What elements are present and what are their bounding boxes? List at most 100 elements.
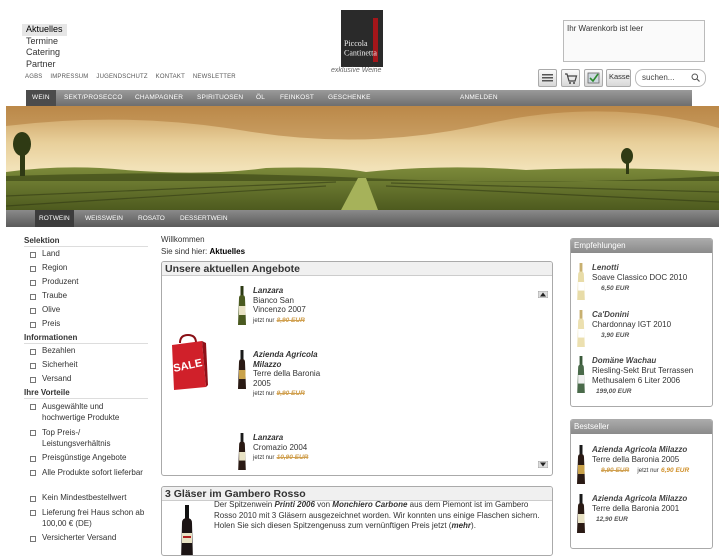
main-nav: WEIN SEKT/PROSECCO CHAMPAGNER SPIRITUOSE… [26, 90, 692, 106]
logo-line1: Piccola [344, 38, 368, 48]
vineyard-banner [6, 106, 719, 210]
sidebar-item-bezahlen[interactable]: Bezahlen [24, 344, 148, 358]
scroll-up-icon[interactable] [537, 285, 549, 303]
sub-nav-rotwein[interactable]: ROTWEIN [35, 210, 74, 227]
breadcrumb: Sie sind hier: Aktuelles [161, 247, 245, 256]
benefit-item: Top Preis-/ Leistungsverhältnis [24, 425, 148, 451]
slogan: exklusive Weine [331, 67, 382, 74]
cart-status: Ihr Warenkorb ist leer [567, 24, 644, 33]
gambero-text-a: Der Spitzenwein [214, 500, 275, 509]
cart-status-box: Ihr Warenkorb ist leer [563, 20, 705, 62]
recommendation-price: 199,00 EUR [596, 388, 632, 395]
bottle-icon [181, 505, 193, 555]
bestseller-now-label: jetzt nur [637, 468, 659, 474]
top-nav-termine[interactable]: Termine [22, 36, 67, 48]
gambero-producer[interactable]: Monchiero Carbone [332, 500, 407, 509]
sidebar-item-preis[interactable]: Preis [24, 317, 148, 331]
top-nav-aktuelles[interactable]: Aktuelles [22, 24, 67, 36]
main-nav-spirituosen[interactable]: SPIRITUOSEN [197, 90, 243, 106]
main-nav-wein[interactable]: WEIN [26, 90, 56, 106]
benefit-item: Ausgewählte und hochwertige Produkte [24, 399, 148, 425]
cart-icon[interactable] [561, 69, 580, 87]
recommendation-price: 3,90 EUR [601, 332, 630, 339]
link-impressum[interactable]: IMPRESSUM [50, 74, 88, 80]
gambero-text-b: von [314, 500, 333, 509]
offer-item[interactable]: Azienda Agricola Milazzo Terre della Bar… [236, 350, 320, 430]
search-placeholder: suchen... [642, 73, 675, 82]
main-nav-geschenke[interactable]: GESCHENKE [328, 90, 371, 106]
recommendation-producer: Ca'Donini [592, 310, 630, 319]
sidebar-item-sicherheit[interactable]: Sicherheit [24, 358, 148, 372]
recommendations-title: Empfehlungen [571, 239, 712, 253]
main-nav-sekt[interactable]: SEKT/PROSECCO [64, 90, 123, 106]
search-icon[interactable] [691, 73, 700, 84]
main-nav-feinkost[interactable]: FEINKOST [280, 90, 314, 106]
sidebar-item-region[interactable]: Region [24, 261, 148, 275]
login-link[interactable]: ANMELDEN [460, 90, 498, 106]
recommendation-producer: Domäne Wachau [592, 356, 657, 365]
gambero-more-link[interactable]: mehr [451, 521, 471, 530]
bottle-icon [577, 356, 585, 394]
recommendation-name: Riesling-Sekt Brut Terrassen Methusalem … [592, 366, 694, 385]
logo-line2: Cantinetta [344, 48, 377, 58]
top-nav: Aktuelles Termine Catering Partner [22, 24, 67, 70]
sidebar-heading-selektion: Selektion [24, 234, 148, 247]
main-nav-oel[interactable]: ÖL [256, 90, 265, 106]
bestseller-item[interactable]: Azienda Agricola Milazzo Terre della Bar… [571, 494, 711, 539]
offers-panel: Unsere aktuellen Angebote Lanzara Bianco… [161, 261, 553, 476]
bestseller-panel: Bestseller Azienda Agricola Milazzo Terr… [570, 419, 713, 549]
sidebar-item-traube[interactable]: Traube [24, 289, 148, 303]
recommendation-item[interactable]: Lenotti Soave Classico DOC 2010 6,50 EUR [571, 263, 711, 305]
offer-now-label: jetzt nur [253, 317, 275, 324]
sidebar-item-produzent[interactable]: Produzent [24, 275, 148, 289]
offer-item[interactable]: Lanzara Bianco San Vincenzo 2007 jetzt n… [236, 286, 316, 346]
bestseller-name: Terre della Baronia 2005 [592, 455, 680, 464]
offer-now-label: jetzt nur [253, 455, 275, 461]
offer-old-price: 8,90 EUR [276, 316, 305, 324]
sub-nav-rosato[interactable]: ROSATO [138, 210, 165, 227]
offer-producer: Azienda Agricola Milazzo [253, 350, 318, 369]
bestseller-producer: Azienda Agricola Milazzo [592, 494, 688, 503]
offer-name: Terre della Baronia 2005 [253, 369, 321, 388]
bottle-icon [238, 286, 246, 325]
bottle-icon [577, 494, 585, 533]
recommendation-item[interactable]: Domäne Wachau Riesling-Sekt Brut Terrass… [571, 356, 711, 404]
breadcrumb-prefix: Sie sind hier: [161, 247, 208, 256]
offer-item[interactable]: Lanzara Cromazio 2004 jetzt nur 10,90 EU… [236, 433, 316, 475]
search-input[interactable]: suchen... [635, 69, 706, 87]
benefit-item: Kein Mindestbestellwert [24, 491, 148, 505]
list-icon[interactable] [538, 69, 557, 87]
recommendation-item[interactable]: Ca'Donini Chardonnay IGT 2010 3,90 EUR [571, 310, 711, 352]
footer-links: AGBS IMPRESSUM JUGENDSCHUTZ KONTAKT NEWS… [25, 74, 242, 80]
checkout-icon[interactable] [584, 69, 603, 87]
bestseller-name: Terre della Baronia 2001 [592, 504, 680, 513]
main-nav-champagner[interactable]: CHAMPAGNER [135, 90, 183, 106]
sidebar-item-olive[interactable]: Olive [24, 303, 148, 317]
link-agbs[interactable]: AGBS [25, 74, 42, 80]
bestseller-item[interactable]: Azienda Agricola Milazzo Terre della Bar… [571, 445, 711, 490]
sub-nav-weisswein[interactable]: WEISSWEIN [85, 210, 123, 227]
offer-now-label: jetzt nur [253, 391, 275, 397]
sub-nav-dessertwein[interactable]: DESSERTWEIN [180, 210, 228, 227]
sidebar-heading-informationen: Informationen [24, 331, 148, 344]
benefit-item: Lieferung frei Haus schon ab 100,00 € (D… [24, 505, 148, 531]
sidebar-item-versand[interactable]: Versand [24, 372, 148, 386]
gambero-wine[interactable]: Printi 2006 [274, 500, 314, 509]
gambero-panel: 3 Gläser im Gambero Rosso Der Spitzenwei… [161, 486, 553, 556]
top-nav-partner[interactable]: Partner [22, 59, 67, 71]
sidebar-item-land[interactable]: Land [24, 247, 148, 261]
bestseller-title: Bestseller [571, 420, 712, 434]
recommendation-name: Chardonnay IGT 2010 [592, 320, 672, 329]
breadcrumb-current[interactable]: Aktuelles [209, 247, 245, 256]
link-jugendschutz[interactable]: JUGENDSCHUTZ [96, 74, 147, 80]
bottle-icon [577, 263, 585, 301]
offer-name: Bianco San Vincenzo 2007 [253, 295, 306, 315]
link-newsletter[interactable]: NEWSLETTER [193, 74, 236, 80]
logo[interactable]: Piccola Cantinetta [341, 10, 383, 67]
checkout-button[interactable]: Kasse [606, 69, 631, 87]
top-nav-catering[interactable]: Catering [22, 47, 67, 59]
link-kontakt[interactable]: KONTAKT [156, 74, 185, 80]
bestseller-price: 6,90 EUR [661, 467, 690, 474]
sidebar: Selektion Land Region Produzent Traube O… [24, 234, 148, 545]
scroll-down-icon[interactable] [537, 455, 549, 473]
